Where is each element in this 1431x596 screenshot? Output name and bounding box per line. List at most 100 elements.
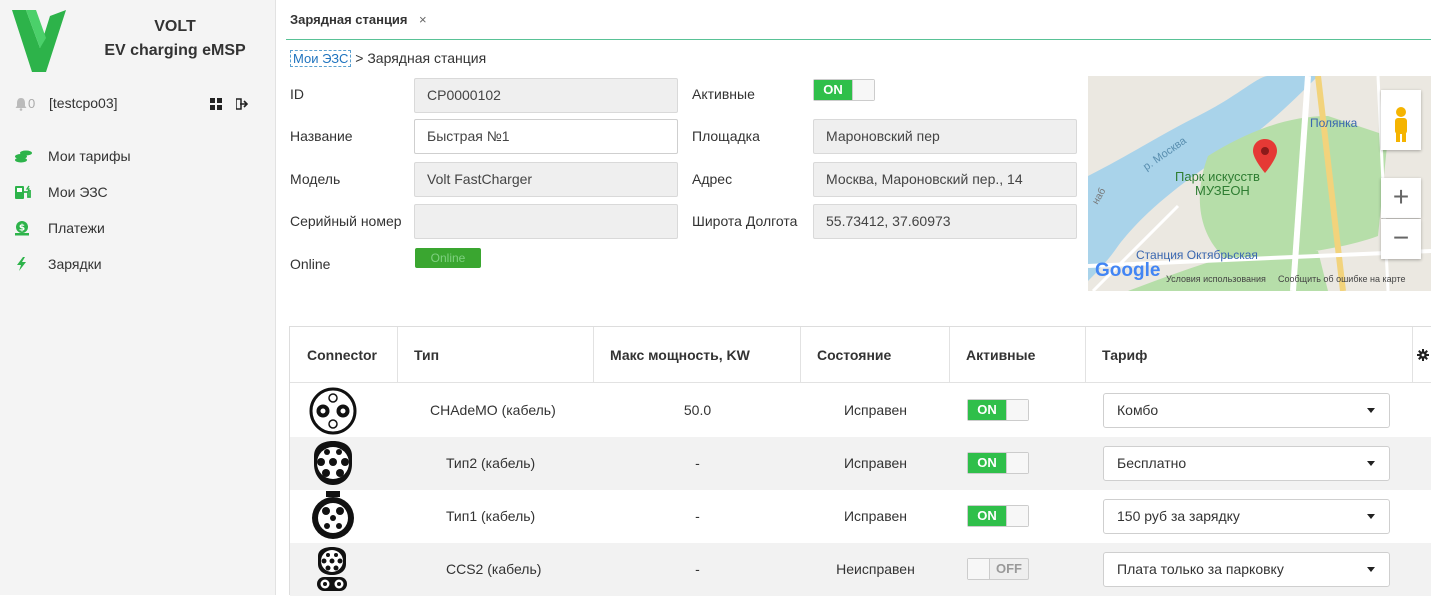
toggle-knob [1006, 506, 1028, 526]
tariff-select-value: Комбо [1117, 402, 1159, 418]
table-row: Тип2 (кабель) - Исправен ON Бесплатно [290, 437, 1431, 490]
model-label: Модель [290, 171, 341, 187]
table-row: Тип1 (кабель) - Исправен ON 150 руб за з… [290, 490, 1431, 543]
chevron-down-icon [1367, 567, 1375, 572]
tariff-select[interactable]: 150 руб за зарядку [1103, 499, 1390, 534]
payment-icon: $ [15, 221, 29, 236]
zoom-out-button[interactable]: − [1381, 219, 1421, 259]
sidebar-nav: Мои тарифы Мои ЭЗС $ Платежи Зарядки [14, 145, 131, 289]
column-header-state[interactable]: Состояние [801, 327, 950, 383]
connector-active-toggle[interactable]: OFF [967, 558, 1029, 580]
coords-field: 55.73412, 37.60973 [813, 204, 1077, 239]
sidebar-item-tariffs[interactable]: Мои тарифы [14, 145, 131, 181]
toggle-on-label: ON [968, 506, 1006, 526]
toggle-on-label: ON [968, 453, 1006, 473]
connector-state: Неисправен [836, 561, 915, 577]
toggle-knob [968, 559, 990, 579]
toggle-on-label: ON [968, 400, 1006, 420]
charger-station-icon [15, 185, 31, 199]
connector-state: Исправен [843, 508, 907, 524]
column-header-tariff[interactable]: Тариф [1086, 327, 1413, 383]
toggle-on-label: ON [814, 80, 852, 100]
tariff-select[interactable]: Плата только за парковку [1103, 552, 1390, 587]
tab-bar: Зарядная станция × [286, 0, 1431, 40]
sidebar-item-payments[interactable]: $ Платежи [14, 217, 131, 253]
map-terms-link[interactable]: Условия использования [1166, 274, 1266, 284]
coins-icon [15, 150, 32, 163]
tariff-select[interactable]: Бесплатно [1103, 446, 1390, 481]
tariff-select-value: 150 руб за зарядку [1117, 508, 1240, 524]
username[interactable]: [testcpo03] [49, 95, 118, 111]
breadcrumb: Мои ЭЗС > Зарядная станция [290, 50, 487, 67]
connector-type: Тип1 (кабель) [446, 508, 536, 524]
tariff-select[interactable]: Комбо [1103, 393, 1390, 428]
online-status-badge: Online [415, 248, 481, 268]
connector-active-toggle[interactable]: ON [967, 452, 1029, 474]
breadcrumb-link-stations[interactable]: Мои ЭЗС [290, 50, 352, 67]
map-report-link[interactable]: Сообщить об ошибке на карте [1278, 274, 1405, 284]
table-settings-icon[interactable] [1413, 327, 1431, 383]
address-field: Москва, Мароновский пер., 14 [813, 162, 1077, 197]
chevron-down-icon [1367, 514, 1375, 519]
bell-icon[interactable] [14, 97, 28, 111]
id-label: ID [290, 86, 304, 102]
connector-active-toggle[interactable]: ON [967, 505, 1029, 527]
sidebar-item-label: Мои ЭЗС [48, 184, 108, 200]
connector-power: - [695, 455, 700, 471]
tariff-select-value: Плата только за парковку [1117, 561, 1284, 577]
sidebar-item-stations[interactable]: Мои ЭЗС [14, 181, 131, 217]
lightning-icon [17, 257, 26, 271]
tariff-select-value: Бесплатно [1117, 455, 1187, 471]
active-label: Активные [692, 86, 755, 102]
connector-type: CHAdeMO (кабель) [430, 402, 556, 418]
close-icon[interactable]: × [419, 12, 427, 27]
sidebar: VOLT EV charging eMSP 0 [testcpo03] Мои … [0, 0, 276, 595]
connector-state: Исправен [843, 402, 907, 418]
column-header-connector[interactable]: Connector [290, 327, 398, 383]
gear-icon [1417, 349, 1429, 361]
table-row: CHAdeMO (кабель) 50.0 Исправен ON Комбо [290, 384, 1431, 437]
volt-logo-icon[interactable] [10, 8, 70, 74]
name-field[interactable]: Быстрая №1 [414, 119, 678, 154]
toggle-knob [852, 80, 874, 100]
breadcrumb-current: Зарядная станция [367, 50, 487, 66]
chevron-down-icon [1367, 408, 1375, 413]
connectors-table: Connector Тип Макс мощность, KW Состояни… [289, 326, 1431, 596]
connector-power: 50.0 [683, 402, 712, 418]
sidebar-item-charges[interactable]: Зарядки [14, 253, 131, 289]
notification-count: 0 [28, 96, 36, 111]
grid-icon[interactable] [210, 98, 222, 110]
map-label-museum: МУЗЕОН [1195, 183, 1250, 198]
zoom-in-button[interactable]: + [1381, 178, 1421, 218]
serial-field [414, 204, 678, 239]
brand-subtitle: EV charging eMSP [104, 42, 246, 59]
site-label: Площадка [692, 128, 760, 144]
active-toggle[interactable]: ON [813, 79, 875, 101]
table-row: CCS2 (кабель) - Неисправен OFF Плата тол… [290, 543, 1431, 596]
tab-charging-station[interactable]: Зарядная станция [290, 12, 408, 27]
column-header-active[interactable]: Активные [950, 327, 1086, 383]
brand-name: VOLT [154, 18, 196, 35]
connector-type: Тип2 (кабель) [446, 455, 536, 471]
type1-connector-icon [312, 491, 354, 539]
column-header-type[interactable]: Тип [398, 327, 594, 383]
id-field: CP0000102 [414, 78, 678, 113]
toggle-off-label: OFF [996, 561, 1022, 576]
connector-active-toggle[interactable]: ON [967, 399, 1029, 421]
type2-connector-icon [314, 441, 352, 485]
map[interactable]: р. Москва наб Парк искусств МУЗЕОН Полян… [1088, 76, 1431, 291]
connector-power: - [695, 561, 700, 577]
site-field: Мароновский пер [813, 119, 1077, 154]
map-pin-icon[interactable] [1253, 139, 1277, 173]
online-label: Online [290, 256, 331, 272]
coords-label: Широта Долгота [692, 213, 798, 229]
map-label-park: Парк искусств [1175, 169, 1260, 184]
chademo-connector-icon [309, 387, 357, 435]
column-header-power[interactable]: Макс мощность, KW [594, 327, 801, 383]
logout-icon[interactable] [236, 98, 248, 110]
sidebar-item-label: Зарядки [48, 256, 102, 272]
connector-power: - [695, 508, 700, 524]
address-label: Адрес [692, 171, 733, 187]
street-view-icon[interactable] [1381, 90, 1421, 150]
ccs2-connector-icon [317, 547, 347, 591]
